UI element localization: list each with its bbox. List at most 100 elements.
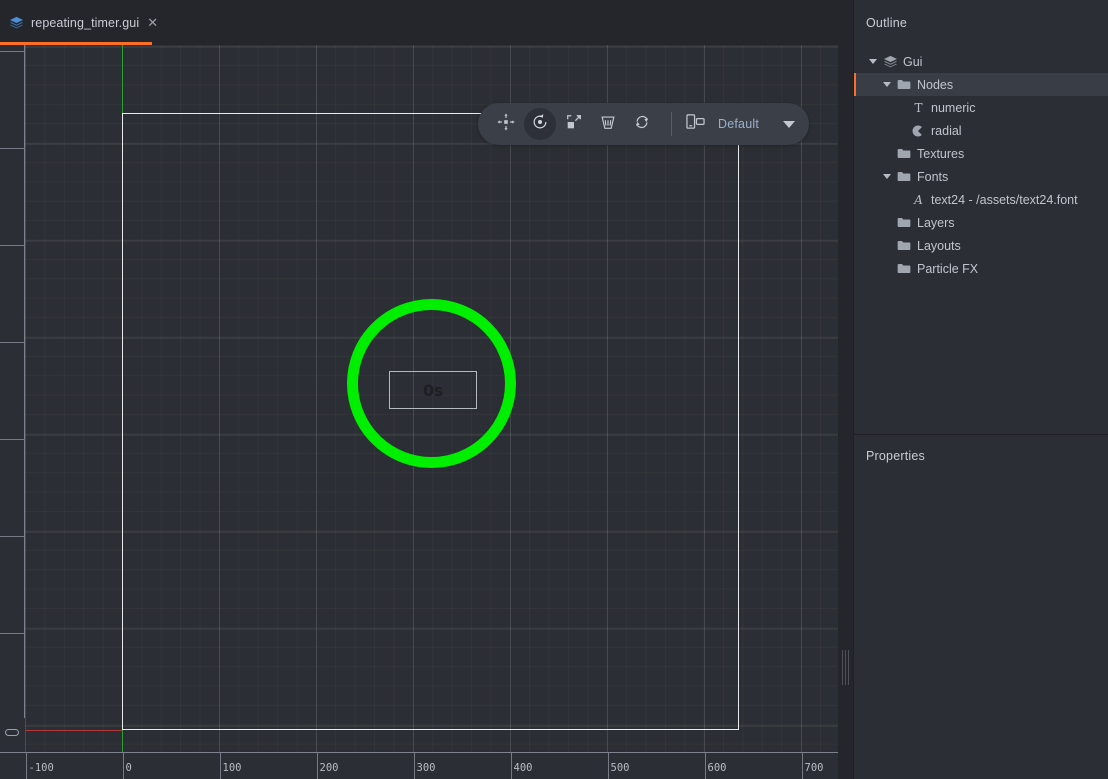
svg-text:A: A	[913, 193, 923, 206]
scale-icon	[565, 113, 583, 136]
right-panel-edge	[853, 0, 854, 779]
folder-icon	[894, 263, 914, 274]
outline-item-label: numeric	[928, 101, 975, 115]
outline-tree[interactable]: Gui Nodes Tnumeric radial Textures Fonts Atext…	[853, 50, 1108, 280]
outline-item-layers[interactable]: Layers	[853, 211, 1108, 234]
ruler-v-label: 200	[0, 513, 3, 532]
outline-item-nodes[interactable]: Nodes	[853, 73, 1108, 96]
ruler-h-tick	[414, 753, 415, 779]
chevron-down-icon[interactable]	[880, 174, 894, 179]
outline-item-label: Layouts	[914, 239, 961, 253]
chevron-down-icon[interactable]	[783, 121, 795, 128]
folder-icon	[894, 79, 914, 90]
ruler-v-tick	[0, 536, 25, 537]
right-panel: Outline GuiNodesTnumericradialTexturesFo…	[853, 0, 1108, 779]
outline-item-fonts[interactable]: Fonts	[853, 165, 1108, 188]
ruler-h-label: 300	[417, 762, 436, 774]
folder-icon	[894, 240, 914, 251]
defold-gui-editor: repeating_timer.gui ✕ 0s	[0, 0, 1108, 779]
outline-item-label: Gui	[900, 55, 922, 69]
layout-value: Default	[718, 117, 759, 131]
chevron-down-icon[interactable]	[866, 59, 880, 64]
scale-tool-button[interactable]	[558, 108, 590, 140]
chevron-down-icon[interactable]	[880, 82, 894, 87]
pie-icon	[908, 125, 928, 137]
outline-item-textures[interactable]: Textures	[853, 142, 1108, 165]
ruler-v-label: 300	[0, 416, 3, 435]
ruler-h-label: 400	[514, 762, 533, 774]
refresh-icon	[633, 113, 651, 136]
close-icon[interactable]: ✕	[147, 16, 158, 29]
scene-canvas[interactable]: 0s	[0, 45, 838, 779]
rotate-icon	[531, 113, 549, 136]
svg-text:T: T	[914, 101, 922, 114]
ruler-corner[interactable]	[0, 718, 25, 752]
ruler-h-tick	[26, 753, 27, 779]
ruler-h-tick	[123, 753, 124, 779]
rotate-tool-button[interactable]	[524, 108, 556, 140]
folder-icon	[894, 148, 914, 159]
outline-item-label: Nodes	[914, 78, 953, 92]
ruler-h-tick	[317, 753, 318, 779]
ruler-h-label: 100	[223, 762, 242, 774]
ruler-h-tick	[511, 753, 512, 779]
node-numeric-label: 0s	[423, 381, 443, 400]
move-icon	[497, 113, 515, 136]
ruler-units-icon	[5, 729, 19, 736]
ruler-v-tick	[0, 245, 25, 246]
node-numeric-selected[interactable]: 0s	[389, 371, 477, 409]
outline-item-text24-assets-text24-font[interactable]: Atext24 - /assets/text24.font	[853, 188, 1108, 211]
outline-item-gui[interactable]: Gui	[853, 50, 1108, 73]
ruler-h-label: -100	[29, 762, 54, 774]
trash-icon	[599, 113, 617, 136]
outline-item-label: radial	[928, 124, 962, 138]
ruler-v-label: 400	[0, 319, 3, 338]
ruler-h-tick	[608, 753, 609, 779]
ruler-v-tick	[0, 51, 25, 52]
ruler-v-tick	[0, 342, 25, 343]
tab-repeating-timer-gui[interactable]: repeating_timer.gui ✕	[0, 0, 152, 45]
ruler-h-label: 200	[320, 762, 339, 774]
ruler-h-tick	[220, 753, 221, 779]
ruler-h-label: 700	[805, 762, 824, 774]
splitter-grip-icon	[842, 650, 849, 685]
ruler-v-label: 600	[0, 125, 3, 144]
folder-icon	[894, 171, 914, 182]
ruler-v-tick	[0, 439, 25, 440]
ruler-h-label: 0	[126, 762, 132, 774]
layout-selector[interactable]: Default	[683, 112, 797, 136]
ruler-vertical: 0100200300400500600700	[0, 45, 25, 779]
ruler-v-tick	[0, 633, 25, 634]
properties-panel-title: Properties	[866, 449, 925, 463]
layers-icon	[880, 55, 900, 68]
delete-tool-button[interactable]	[592, 108, 624, 140]
scene-toolbar: Default	[478, 103, 809, 145]
tab-bar: repeating_timer.gui ✕	[0, 0, 853, 45]
font-icon: A	[908, 193, 928, 206]
panel-splitter[interactable]	[838, 45, 853, 779]
toolbar-separator	[671, 112, 672, 136]
text-icon: T	[908, 101, 928, 114]
ruler-h-label: 600	[708, 762, 727, 774]
outline-item-label: Layers	[914, 216, 955, 230]
ruler-v-label: 500	[0, 222, 3, 241]
outline-item-label: text24 - /assets/text24.font	[928, 193, 1078, 207]
outline-item-layouts[interactable]: Layouts	[853, 234, 1108, 257]
ruler-h-tick	[802, 753, 803, 779]
outline-item-numeric[interactable]: Tnumeric	[853, 96, 1108, 119]
device-layout-icon	[685, 112, 706, 136]
ruler-horizontal: -1000100200300400500600700800	[0, 752, 838, 779]
ruler-v-label: 700	[0, 28, 3, 47]
outline-item-label: Textures	[914, 147, 964, 161]
move-tool-button[interactable]	[490, 108, 522, 140]
ruler-v-tick	[0, 148, 25, 149]
panel-divider	[853, 434, 1108, 435]
outline-item-label: Fonts	[914, 170, 948, 184]
outline-item-label: Particle FX	[914, 262, 978, 276]
reload-tool-button[interactable]	[626, 108, 658, 140]
outline-item-radial[interactable]: radial	[853, 119, 1108, 142]
outline-item-particle-fx[interactable]: Particle FX	[853, 257, 1108, 280]
tab-title: repeating_timer.gui	[31, 16, 139, 30]
layers-icon	[9, 16, 24, 29]
ruler-h-label: 500	[611, 762, 630, 774]
